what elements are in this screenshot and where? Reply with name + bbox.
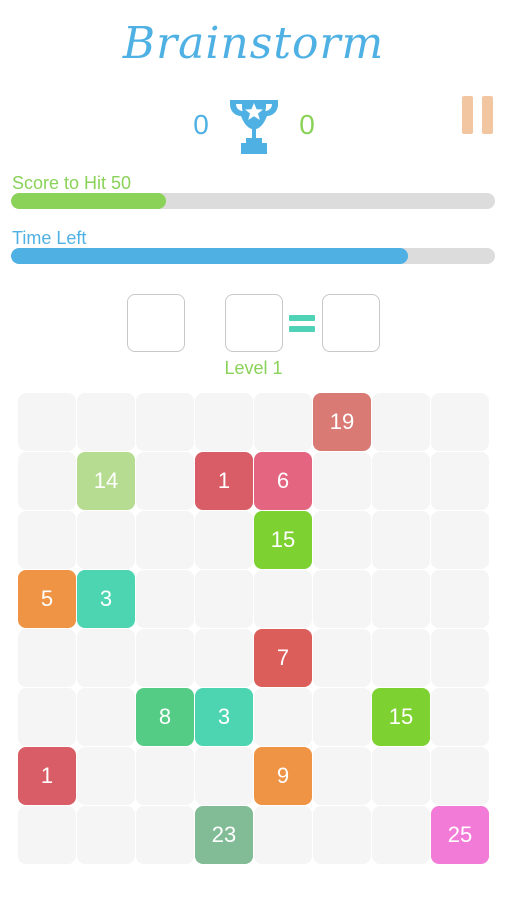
board-cell [195, 747, 253, 805]
board-cell [254, 393, 312, 451]
number-tile[interactable]: 3 [195, 688, 253, 746]
board-cell [372, 629, 430, 687]
board-cell [313, 688, 371, 746]
board-cell [313, 629, 371, 687]
board-cell [313, 570, 371, 628]
board-cell [254, 570, 312, 628]
game-board: 19 14 1 6 15 5 3 7 8 3 15 1 9 23 25 [18, 393, 490, 865]
pause-bar-left [462, 96, 473, 134]
board-cell [431, 393, 489, 451]
board-cell [18, 393, 76, 451]
number-tile[interactable]: 25 [431, 806, 489, 864]
board-cell [372, 570, 430, 628]
operand-b-slot[interactable] [225, 294, 283, 352]
number-tile[interactable]: 3 [77, 570, 135, 628]
board-cell [313, 452, 371, 510]
board-cell [18, 806, 76, 864]
number-tile[interactable]: 7 [254, 629, 312, 687]
number-tile[interactable]: 9 [254, 747, 312, 805]
operand-a-slot[interactable] [127, 294, 185, 352]
board-cell [18, 511, 76, 569]
board-cell [136, 806, 194, 864]
equals-icon [287, 313, 317, 335]
board-cell [313, 511, 371, 569]
board-cell [254, 688, 312, 746]
board-cell [136, 511, 194, 569]
number-tile[interactable]: 15 [254, 511, 312, 569]
pause-bar-right [482, 96, 493, 134]
board-cell [77, 806, 135, 864]
board-cell [195, 629, 253, 687]
board-cell [372, 747, 430, 805]
number-tile[interactable]: 1 [18, 747, 76, 805]
board-cell [195, 511, 253, 569]
board-cell [77, 629, 135, 687]
board-cell [431, 747, 489, 805]
board-cell [372, 452, 430, 510]
number-tile[interactable]: 5 [18, 570, 76, 628]
board-cell [77, 511, 135, 569]
board-cell [431, 688, 489, 746]
board-cell [431, 570, 489, 628]
board-cell [313, 806, 371, 864]
board-cell [431, 452, 489, 510]
board-cell [18, 452, 76, 510]
time-progress-bar [11, 248, 495, 264]
score-progress-bar [11, 193, 495, 209]
board-cell [431, 511, 489, 569]
number-tile[interactable]: 19 [313, 393, 371, 451]
player-score: 0 [193, 109, 209, 140]
board-cell [195, 570, 253, 628]
number-tile[interactable]: 1 [195, 452, 253, 510]
level-label: Level 1 [224, 358, 283, 378]
board-cell [372, 511, 430, 569]
board-cell [195, 393, 253, 451]
board-cell [136, 393, 194, 451]
best-score: 0 [299, 109, 315, 140]
score-target-label: Score to Hit 50 [12, 173, 132, 193]
number-tile[interactable]: 8 [136, 688, 194, 746]
board-cell [372, 393, 430, 451]
board-cell [136, 747, 194, 805]
time-progress-fill [11, 248, 408, 264]
trophy-icon [230, 100, 278, 154]
board-cell [431, 629, 489, 687]
board-cell [136, 570, 194, 628]
board-cell [77, 688, 135, 746]
pause-icon[interactable] [460, 96, 496, 136]
board-cell [18, 688, 76, 746]
number-tile[interactable]: 15 [372, 688, 430, 746]
number-tile[interactable]: 6 [254, 452, 312, 510]
board-cell [136, 452, 194, 510]
board-cell [254, 806, 312, 864]
number-tile[interactable]: 23 [195, 806, 253, 864]
app-logo: Brainstorm [122, 18, 385, 69]
board-cell [77, 747, 135, 805]
time-left-label: Time Left [12, 228, 87, 248]
number-tile[interactable]: 14 [77, 452, 135, 510]
board-cell [136, 629, 194, 687]
score-progress-fill [11, 193, 166, 209]
board-cell [372, 806, 430, 864]
board-cell [18, 629, 76, 687]
board-cell [313, 747, 371, 805]
result-slot[interactable] [322, 294, 380, 352]
board-cell [77, 393, 135, 451]
